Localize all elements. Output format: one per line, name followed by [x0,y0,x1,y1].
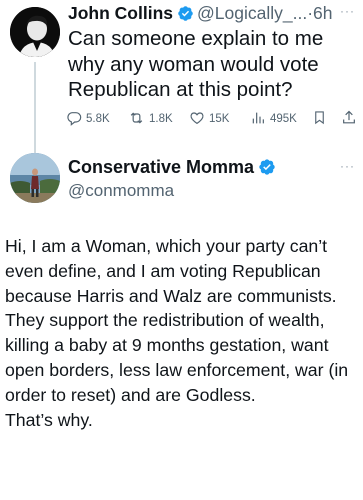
avatar[interactable] [10,153,60,203]
like-button[interactable]: 15K [189,109,229,129]
views-button[interactable]: 495K [250,109,297,129]
tweet-text: Hi, I am a Woman, which your party can’t… [5,234,360,432]
reply-icon [66,110,86,129]
verified-badge-icon [177,4,194,25]
like-count: 15K [209,113,230,125]
timestamp[interactable]: 6h [313,3,332,23]
tweet-paragraph: They support the redistribution of wealt… [5,310,349,405]
author-name[interactable]: Conservative Momma [68,157,254,177]
more-options-icon[interactable]: ··· [340,159,355,173]
avatar[interactable] [10,7,60,57]
views-icon [250,110,270,129]
author-handle[interactable]: @conmomma [68,180,174,202]
author-name[interactable]: John Collins [68,3,173,23]
heart-icon [189,110,209,129]
author-header: Conservative Momma [68,155,279,179]
action-bar: 5.8K 1.8K 15K 495K [66,109,363,129]
share-button[interactable] [341,109,361,129]
share-icon [341,109,361,129]
repost-count: 1.8K [149,113,173,125]
tweet-header: John Collins @Logically_...·6h [68,1,363,25]
more-options-icon[interactable]: ··· [340,4,355,18]
repost-icon [128,110,149,129]
bookmark-icon [312,109,331,129]
tweet-screenshot: John Collins @Logically_...·6h ··· Can so… [0,0,363,500]
views-count: 495K [270,113,297,125]
thread-line [34,62,36,154]
author-handle[interactable]: @Logically_... [197,3,307,23]
tweet-text: Can someone explain to me why any woman … [68,27,324,101]
original-tweet[interactable]: John Collins @Logically_...·6h ··· Can so… [0,0,363,154]
tweet-paragraph: That’s why. [5,409,93,430]
repost-button[interactable]: 1.8K [128,109,173,129]
tweet-paragraph: Hi, I am a Woman, which your party can’t… [5,236,337,306]
verified-badge-icon [258,158,276,182]
bookmark-button[interactable] [312,109,331,129]
reply-count: 5.8K [86,113,110,125]
reply-button[interactable]: 5.8K [66,109,110,129]
